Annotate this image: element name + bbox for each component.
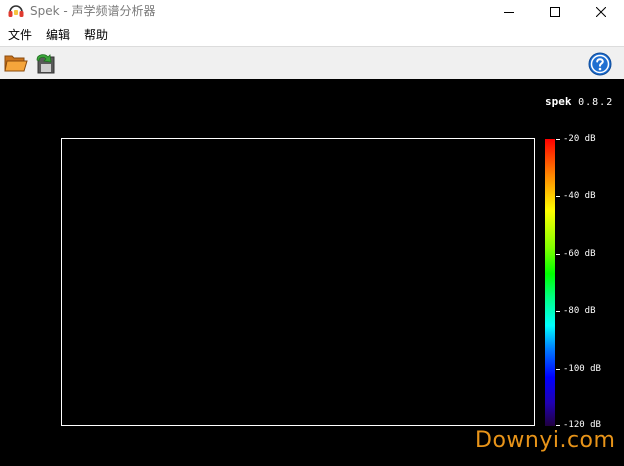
db-label: -80 dB	[563, 306, 596, 316]
db-label: -20 dB	[563, 134, 596, 144]
db-tick	[556, 139, 560, 140]
maximize-button[interactable]	[532, 0, 578, 24]
db-tick	[556, 311, 560, 312]
save-export-icon	[36, 54, 55, 74]
db-label: -40 dB	[563, 191, 596, 201]
menu-edit[interactable]: 编辑	[46, 28, 70, 42]
menu-help[interactable]: 帮助	[84, 28, 108, 42]
menu-bar: 文件 编辑 帮助	[0, 24, 624, 46]
spectrogram-view[interactable]: spek 0.8.2 -20 dB -40 dB -60 dB -80 dB -…	[0, 79, 624, 466]
db-tick	[556, 254, 560, 255]
db-label: -100 dB	[563, 364, 601, 374]
brand-version: 0.8.2	[578, 97, 614, 108]
folder-open-icon	[4, 55, 28, 72]
toolbar	[0, 46, 624, 79]
db-tick	[556, 369, 560, 370]
db-tick	[556, 425, 560, 426]
brand-label: spek 0.8.2	[545, 95, 613, 108]
spectrogram-plot[interactable]	[61, 138, 535, 426]
close-button[interactable]	[578, 0, 624, 24]
minimize-button[interactable]	[486, 0, 532, 24]
help-icon	[588, 52, 612, 76]
help-button[interactable]	[588, 52, 612, 76]
save-button[interactable]	[33, 51, 59, 75]
window-title: Spek - 声学频谱分析器	[30, 4, 156, 18]
menu-file[interactable]: 文件	[8, 28, 32, 42]
db-color-scale	[545, 139, 555, 426]
headphones-icon	[7, 3, 25, 19]
db-tick	[556, 196, 560, 197]
watermark: Downyi.com	[475, 428, 616, 453]
title-bar: Spek - 声学频谱分析器	[0, 0, 624, 24]
brand-name: spek	[545, 95, 572, 108]
open-file-button[interactable]	[3, 51, 29, 75]
db-label: -60 dB	[563, 249, 596, 259]
